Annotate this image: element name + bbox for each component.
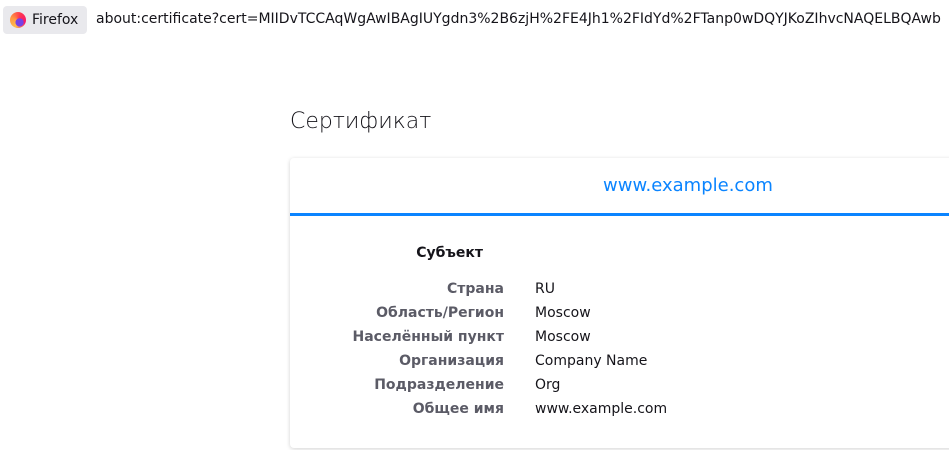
firefox-logo-icon [10,12,26,28]
page-title: Сертификат [290,109,432,134]
url-text[interactable]: about:certificate?cert=MIIDvTCCAqWgAwIBA… [96,11,941,27]
identity-box[interactable]: Firefox [3,6,87,34]
value-country: RU [535,281,555,297]
value-organization: Company Name [535,353,648,369]
section-title-subject: Субъект [416,245,483,261]
label-organization: Организация [399,353,504,369]
tab-www-example-com[interactable]: www.example.com [603,175,773,196]
value-region: Moscow [535,305,591,321]
value-organizational-unit: Org [535,377,561,393]
label-organizational-unit: Подразделение [374,377,504,393]
value-locality: Moscow [535,329,591,345]
value-common-name: www.example.com [535,401,668,417]
label-region: Область/Регион [376,305,504,321]
url-bar[interactable]: Firefox about:certificate?cert=MIIDvTCCA… [0,0,949,40]
label-country: Страна [447,281,504,297]
label-locality: Населённый пункт [352,329,504,345]
label-common-name: Общее имя [412,401,504,417]
identity-label: Firefox [32,12,79,28]
certificate-tabs: www.example.com [290,158,949,216]
